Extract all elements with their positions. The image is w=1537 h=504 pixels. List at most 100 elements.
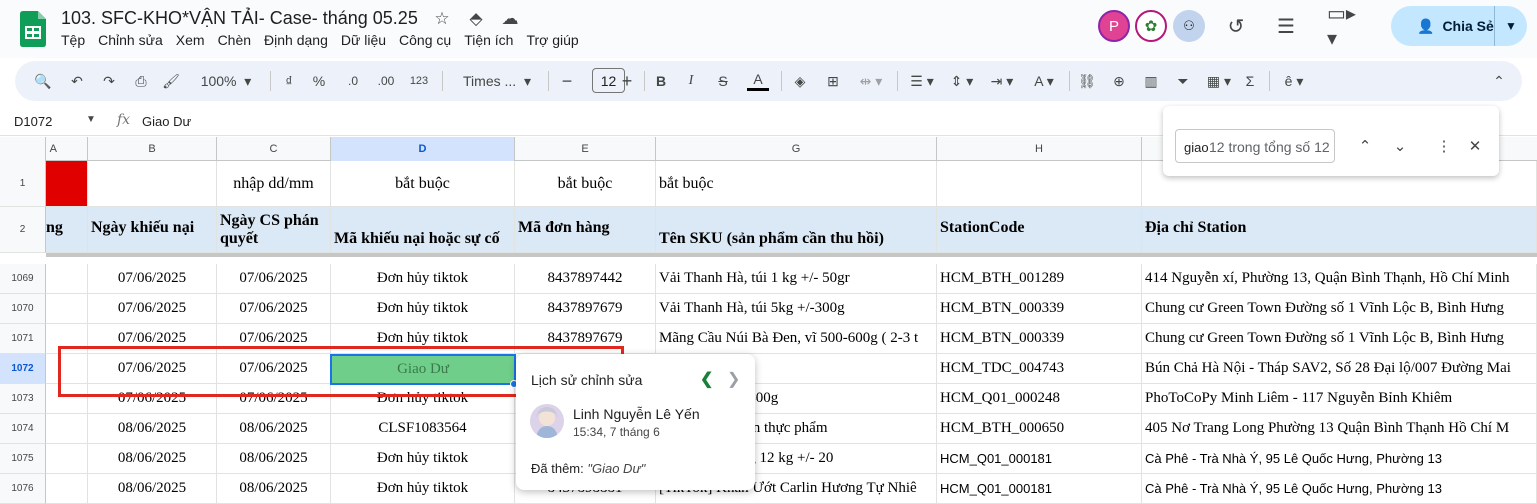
- cell-i1075[interactable]: Cà Phê - Trà Nhà Ý, 95 Lê Quốc Hưng, Phư…: [1142, 444, 1537, 474]
- cell-c1[interactable]: nhập dd/mm: [217, 161, 331, 207]
- cell-c1074[interactable]: 08/06/2025: [217, 414, 331, 444]
- currency-format-button[interactable]: ₫: [281, 69, 297, 93]
- cell-h1074[interactable]: HCM_BTH_000650: [937, 414, 1142, 444]
- share-dropdown-icon[interactable]: ▼: [1495, 19, 1527, 33]
- cell-c1072[interactable]: 07/06/2025: [217, 354, 331, 384]
- cell-e1069[interactable]: 8437897442: [515, 264, 656, 294]
- cell-h1069[interactable]: HCM_BTH_001289: [937, 264, 1142, 294]
- cell-i1069[interactable]: 414 Nguyễn xí, Phường 13, Quận Bình Thạn…: [1142, 264, 1537, 294]
- cell-e1070[interactable]: 8437897679: [515, 294, 656, 324]
- column-header-e[interactable]: E: [515, 137, 656, 161]
- cell-a1073[interactable]: [46, 384, 88, 414]
- redo-icon[interactable]: ↷: [99, 69, 119, 93]
- fill-color-icon[interactable]: ◈: [789, 69, 811, 93]
- cell-b1071[interactable]: 07/06/2025: [88, 324, 217, 354]
- cell-h1076[interactable]: HCM_Q01_000181: [937, 474, 1142, 504]
- cell-g1[interactable]: bắt buộc: [656, 161, 937, 207]
- sheets-logo-icon[interactable]: [20, 11, 46, 47]
- cell-d2[interactable]: Mã khiếu nại hoặc sự cố: [331, 207, 515, 253]
- zoom-select[interactable]: 100% ▾: [195, 69, 257, 93]
- cell-h1071[interactable]: HCM_BTN_000339: [937, 324, 1142, 354]
- cell-a1071[interactable]: [46, 324, 88, 354]
- meet-present-icon[interactable]: ⚇: [1173, 10, 1205, 42]
- increase-font-size-button[interactable]: +: [617, 69, 637, 93]
- cell-h1073[interactable]: HCM_Q01_000248: [937, 384, 1142, 414]
- row-header-1075[interactable]: 1075: [0, 444, 46, 474]
- cell-a1074[interactable]: [46, 414, 88, 444]
- cell-d1073[interactable]: Đơn hủy tiktok: [331, 384, 515, 414]
- cell-g1069[interactable]: Vải Thanh Hà, túi 1 kg +/- 50gr: [656, 264, 937, 294]
- menu-edit[interactable]: Chỉnh sửa: [98, 32, 163, 48]
- name-box-dropdown-icon[interactable]: ▼: [86, 114, 96, 125]
- collaborator-avatar-plant[interactable]: ✿: [1135, 10, 1167, 42]
- column-header-b[interactable]: B: [88, 137, 217, 161]
- insert-chart-icon[interactable]: ▥: [1141, 69, 1161, 93]
- cell-c1073[interactable]: 07/06/2025: [217, 384, 331, 414]
- cell-g2[interactable]: Tên SKU (sản phẩm cần thu hồi): [656, 207, 937, 253]
- cell-d1074[interactable]: CLSF1083564: [331, 414, 515, 444]
- horizontal-align-icon[interactable]: ☰ ▾: [905, 69, 939, 93]
- close-icon[interactable]: ✕: [1465, 136, 1485, 156]
- vertical-align-icon[interactable]: ⇕ ▾: [945, 69, 979, 93]
- cell-e1071[interactable]: 8437897679: [515, 324, 656, 354]
- cloud-saved-icon[interactable]: ☁: [498, 9, 522, 29]
- document-title[interactable]: 103. SFC-KHO*VẬN TẢI- Case- tháng 05.25: [61, 8, 418, 29]
- more-options-icon[interactable]: ⋮: [1434, 136, 1454, 156]
- number-format-button[interactable]: 123: [407, 69, 431, 93]
- next-edit-icon[interactable]: ❯: [727, 369, 740, 389]
- input-tools-icon[interactable]: ê ▾: [1277, 69, 1311, 93]
- cell-b1070[interactable]: 07/06/2025: [88, 294, 217, 324]
- collapse-toolbar-icon[interactable]: ⌃: [1489, 69, 1509, 93]
- row-header-1[interactable]: 1: [0, 161, 46, 207]
- version-history-icon[interactable]: ↺: [1223, 13, 1249, 39]
- cell-d1069[interactable]: Đơn hủy tiktok: [331, 264, 515, 294]
- cell-c1070[interactable]: 07/06/2025: [217, 294, 331, 324]
- selected-cell-d1072[interactable]: Giao Dư: [330, 354, 516, 385]
- row-header-2[interactable]: 2: [0, 207, 46, 253]
- row-header-1076[interactable]: 1076: [0, 474, 46, 504]
- column-header-d[interactable]: D: [331, 137, 515, 161]
- menu-insert[interactable]: Chèn: [218, 32, 251, 48]
- cell-g1070[interactable]: Vải Thanh Hà, túi 5kg +/-300g: [656, 294, 937, 324]
- cell-i1071[interactable]: Chung cư Green Town Đường số 1 Vĩnh Lộc …: [1142, 324, 1537, 354]
- menu-data[interactable]: Dữ liệu: [341, 32, 386, 48]
- comments-icon[interactable]: ☰: [1273, 13, 1299, 39]
- cell-e1[interactable]: bắt buộc: [515, 161, 656, 207]
- cell-c1071[interactable]: 07/06/2025: [217, 324, 331, 354]
- column-header-c[interactable]: C: [217, 137, 331, 161]
- menu-view[interactable]: Xem: [176, 32, 205, 48]
- cell-d1070[interactable]: Đơn hủy tiktok: [331, 294, 515, 324]
- filter-icon[interactable]: ⏷: [1173, 69, 1193, 93]
- column-header-g[interactable]: G: [656, 137, 937, 161]
- cell-b1076[interactable]: 08/06/2025: [88, 474, 217, 504]
- text-rotation-icon[interactable]: A ▾: [1027, 69, 1061, 93]
- search-menus-icon[interactable]: 🔍: [33, 69, 53, 93]
- increase-decimal-button[interactable]: .00: [371, 69, 401, 93]
- menu-help[interactable]: Trợ giúp: [526, 32, 578, 48]
- cell-b1[interactable]: [88, 161, 217, 207]
- cell-i1073[interactable]: PhoToCoPy Minh Liêm - 117 Nguyễn Bỉnh Kh…: [1142, 384, 1537, 414]
- decrease-font-size-button[interactable]: −: [557, 69, 577, 93]
- decrease-decimal-button[interactable]: .0: [341, 69, 365, 93]
- cell-a1070[interactable]: [46, 294, 88, 324]
- insert-link-icon[interactable]: ⛓: [1077, 69, 1097, 93]
- row-header-1070[interactable]: 1070: [0, 294, 46, 324]
- font-family-select[interactable]: Times ... ▾: [453, 69, 541, 93]
- cell-b1073[interactable]: 07/06/2025: [88, 384, 217, 414]
- cell-e2[interactable]: Mã đơn hàng: [515, 207, 656, 253]
- borders-icon[interactable]: ⊞: [823, 69, 843, 93]
- move-to-folder-icon[interactable]: ⬘: [464, 9, 488, 29]
- next-match-icon[interactable]: ⌄: [1390, 136, 1410, 156]
- paint-format-icon[interactable]: 🖌: [161, 69, 181, 93]
- filter-views-icon[interactable]: ▦ ▾: [1203, 69, 1235, 93]
- cell-a1072[interactable]: [46, 354, 88, 384]
- cell-c1069[interactable]: 07/06/2025: [217, 264, 331, 294]
- cell-b2[interactable]: Ngày khiếu nại: [88, 207, 217, 253]
- cell-a1[interactable]: [46, 161, 88, 207]
- undo-icon[interactable]: ↶: [67, 69, 87, 93]
- frozen-rows-divider[interactable]: [46, 253, 1537, 257]
- cell-d1[interactable]: bắt buộc: [331, 161, 515, 207]
- cell-a1069[interactable]: [46, 264, 88, 294]
- previous-match-icon[interactable]: ⌃: [1355, 136, 1375, 156]
- column-header-a[interactable]: A: [46, 137, 88, 161]
